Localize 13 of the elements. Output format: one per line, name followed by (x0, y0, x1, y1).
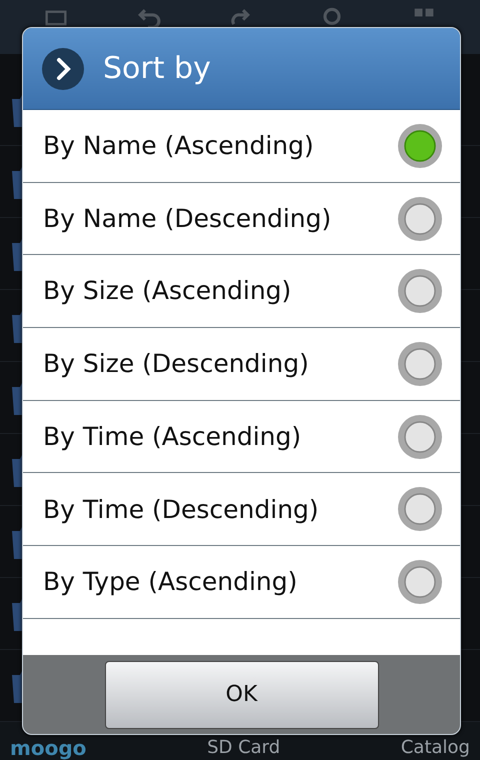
chevron-icon (41, 46, 85, 90)
radio-button[interactable] (398, 414, 442, 459)
radio-button[interactable] (398, 560, 442, 604)
bottom-tab[interactable]: SD Card (207, 737, 280, 759)
radio-button[interactable] (398, 124, 442, 168)
radio-button[interactable] (398, 269, 442, 314)
radio-button[interactable] (398, 487, 442, 532)
ok-button[interactable]: OK (104, 660, 378, 728)
radio-button[interactable] (398, 342, 442, 386)
radio-button[interactable] (398, 196, 442, 241)
bottom-tab[interactable]: Catalog (400, 737, 470, 759)
app-logo: moogo (10, 737, 86, 759)
dialog-title: Sort by (103, 50, 211, 88)
